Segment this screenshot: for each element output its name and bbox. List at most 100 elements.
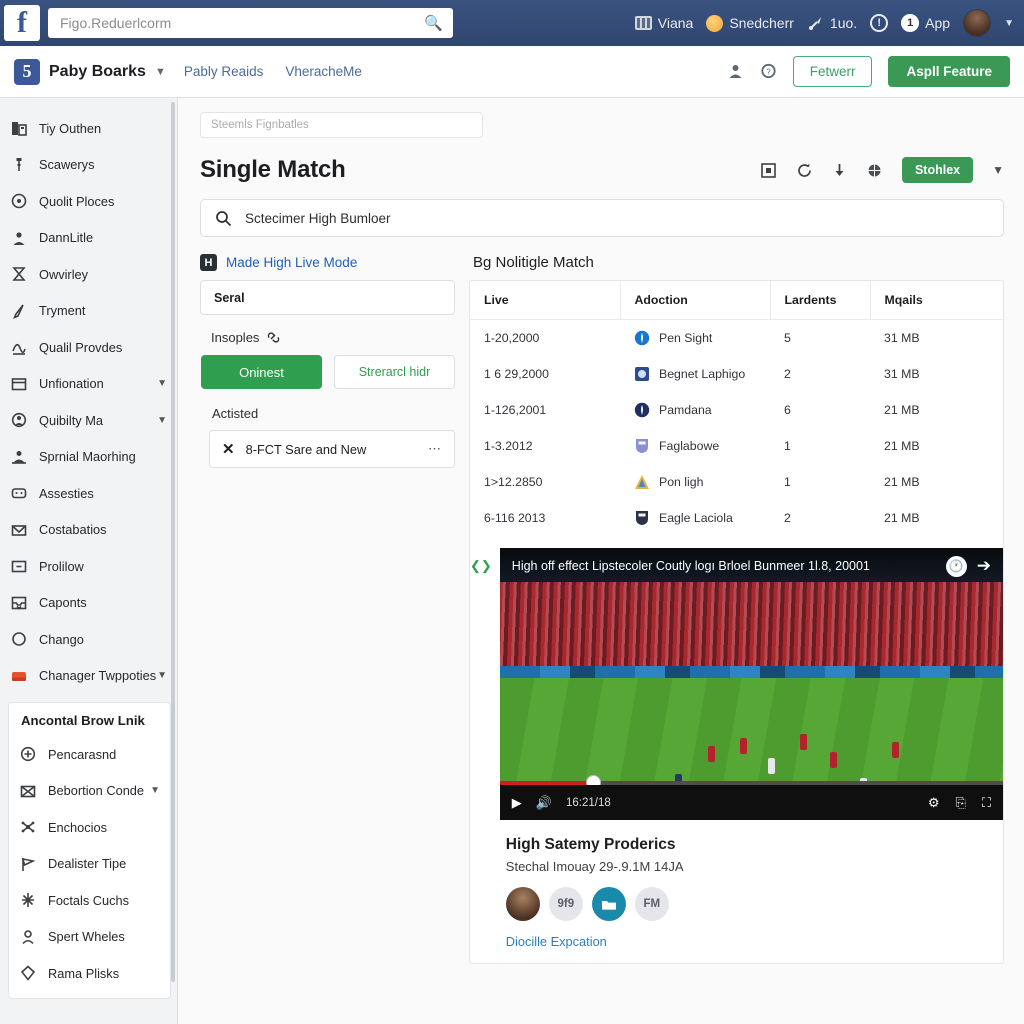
sidebar-item-label: DannLitle	[39, 230, 94, 246]
top-item-friends[interactable]: Snedcherr	[706, 14, 794, 32]
main-search-box[interactable]	[200, 199, 1004, 237]
target-icon	[9, 192, 28, 211]
table-row[interactable]: 1-20,2000 Pen Sight 5 31 MB	[470, 320, 1003, 357]
sidebar-item-tryment[interactable]: Tryment	[0, 293, 177, 330]
sidebar-item-owvirley[interactable]: Owvirley	[0, 256, 177, 293]
gear-icon[interactable]: ⚙	[928, 795, 940, 811]
status-chip-button[interactable]: Stohlex	[901, 157, 974, 183]
sidebar-item-assesties[interactable]: Assesties	[0, 475, 177, 512]
refresh-icon[interactable]	[796, 162, 813, 179]
download-icon[interactable]	[832, 162, 847, 179]
play-icon[interactable]: ▶	[512, 795, 522, 811]
search-icon[interactable]: 🔍	[424, 14, 443, 32]
sidebar-item-chanager-twppoties[interactable]: Chanager Twppoties ▼	[0, 658, 177, 695]
sidebar-item-unfionation[interactable]: Unfionation ▼	[0, 366, 177, 403]
help-icon[interactable]: ?	[760, 63, 777, 80]
top-item-alert[interactable]: !	[870, 14, 889, 32]
table-row[interactable]: 1>12.2850 Pon ligh 1 21 MB	[470, 464, 1003, 500]
table-row[interactable]: 1-126,2001 Pamdana 6 21 MB	[470, 392, 1003, 428]
sidebar-item-tiy-outhen[interactable]: Tiy Outhen	[0, 110, 177, 147]
close-icon[interactable]: ✕	[222, 440, 235, 458]
main-search-input[interactable]	[243, 209, 989, 227]
serial-value: Seral	[214, 290, 245, 305]
miniplayer-icon[interactable]: ⎘	[955, 795, 965, 811]
sidebar-item-foctals-cuchs[interactable]: Foctals Cuchs	[9, 882, 170, 919]
volume-icon[interactable]: 🔊	[536, 795, 552, 811]
top-item-photos[interactable]: Viana	[634, 15, 693, 31]
serial-field[interactable]: Seral	[200, 280, 455, 315]
secondary-action-button[interactable]: Fetwerr	[792, 56, 873, 87]
chevron-down-icon[interactable]: ▼	[157, 378, 167, 389]
sidebar-item-caponts[interactable]: Caponts	[0, 585, 177, 622]
global-search-box[interactable]: 🔍	[48, 8, 453, 38]
sidebar-item-bebortion-conde[interactable]: Bebortion Conde ▼	[9, 773, 170, 810]
image-box-icon[interactable]	[760, 162, 777, 179]
top-item-rocket[interactable]: 1uo.	[807, 15, 857, 31]
sidebar-item-chango[interactable]: Chango	[0, 621, 177, 658]
avatar-2[interactable]	[591, 887, 626, 921]
page-toolbar: Stohlex ▼	[760, 157, 1004, 183]
sidebar-item-spert-wheles[interactable]: Spert Wheles	[9, 919, 170, 956]
more-dots-icon[interactable]: ⋯	[428, 441, 442, 457]
actisted-item[interactable]: ✕ 8-FCT Sare and New ⋯	[209, 430, 455, 468]
facebook-logo-icon[interactable]: f	[4, 5, 40, 41]
table-col-header-3: Mqails	[870, 281, 1003, 320]
arrow-right-icon[interactable]: ➔	[977, 556, 991, 576]
upload-icon[interactable]	[727, 63, 744, 80]
sparkle-icon	[18, 891, 37, 910]
avatar-0[interactable]	[505, 887, 540, 921]
video-link[interactable]: Diocille Expcation	[506, 934, 997, 949]
sidebar-item-enchocios[interactable]: Enchocios	[9, 809, 170, 846]
code-icon[interactable]: ❮❯	[470, 548, 492, 574]
live-mode-row[interactable]: H Made High Live Mode	[200, 254, 455, 271]
top-item-notifications[interactable]: 1 App	[901, 14, 950, 32]
sidebar-item-sprnial-maorhing[interactable]: Sprnial Maorhing	[0, 439, 177, 476]
nav-link-1[interactable]: VheracheMe	[285, 64, 362, 79]
strerarcl-button[interactable]: Strerarcl hidr	[333, 355, 455, 389]
sidebar-item-rama-plisks[interactable]: Rama Plisks	[9, 955, 170, 992]
brand-chevron-down-icon[interactable]: ▼	[155, 66, 166, 78]
sidebar-item-dealister-tipe[interactable]: Dealister Tipe	[9, 846, 170, 883]
matches-table: Live Adoction Lardents Mqails 1-20,2000 Pen …	[470, 281, 1003, 536]
chevron-down-icon[interactable]: ▼	[150, 785, 160, 796]
sidebar-item-scawerys[interactable]: Scawerys	[0, 147, 177, 184]
sidebar-item-quibilty-ma[interactable]: Quibilty Ma ▼	[0, 402, 177, 439]
chip-chevron-down-icon[interactable]: ▼	[992, 163, 1004, 177]
breadcrumb-input[interactable]: Steemls Fignbatles	[200, 112, 483, 138]
sidebar-item-quolit-ploces[interactable]: Quolit Ploces	[0, 183, 177, 220]
video-player[interactable]: High off effect Lipstecoler Coutly logı …	[499, 548, 1003, 820]
sidebar-item-label: Bebortion Conde	[48, 783, 145, 799]
hourglass-icon	[9, 265, 28, 284]
sidebar-item-dannlitle[interactable]: DannLitle	[0, 220, 177, 257]
chevron-down-icon[interactable]: ▼	[1004, 18, 1014, 29]
table-row[interactable]: 1 6 29,2000 Begnet Laphigo 2 31 MB	[470, 356, 1003, 392]
global-search-input[interactable]	[58, 14, 425, 32]
globe-icon[interactable]	[866, 162, 883, 179]
cell-adoction: Faglabowe	[620, 428, 770, 464]
fullscreen-icon[interactable]: ⛶	[982, 795, 991, 811]
brand-name[interactable]: Paby Boarks	[49, 63, 146, 81]
sidebar-item-label: Prolilow	[39, 558, 84, 574]
table-row[interactable]: 1-3.2012 Faglabowe 1 21 MB	[470, 428, 1003, 464]
avatar-3[interactable]: FM	[634, 887, 669, 921]
chevron-down-icon[interactable]: ▼	[157, 670, 167, 681]
chevron-down-icon[interactable]: ▼	[157, 415, 167, 426]
avatar-icon[interactable]	[963, 9, 992, 37]
breadcrumb-placeholder: Steemls Fignbatles	[211, 119, 309, 131]
sidebar-scrollbar[interactable]	[171, 102, 175, 982]
sidebar-item-costabatios[interactable]: Costabatios	[0, 512, 177, 549]
avatar-1[interactable]: 9f9	[548, 887, 583, 921]
primary-action-button[interactable]: Aspll Feature	[888, 56, 1010, 87]
oninest-button[interactable]: Oninest	[201, 355, 322, 389]
table-row[interactable]: 6-116 2013 Eagle Laciola 2 21 MB	[470, 500, 1003, 536]
brand-logo-icon[interactable]: 5	[14, 58, 40, 85]
page-title-row: Single Match Stohlex ▼	[200, 156, 1004, 184]
sidebar-item-pencarasnd[interactable]: Pencarasnd	[9, 736, 170, 773]
clock-icon[interactable]: 🕐	[945, 555, 967, 577]
video-avatar-row: 9f9 FM	[505, 887, 997, 921]
sidebar-item-label: Spert Wheles	[48, 929, 125, 945]
nav-link-0[interactable]: Pably Reaids	[184, 64, 264, 79]
sidebar-item-prolilow[interactable]: Prolilow	[0, 548, 177, 585]
insoples-row[interactable]: Insoples	[211, 330, 455, 345]
sidebar-item-qualil-provdes[interactable]: Qualil Provdes	[0, 329, 177, 366]
